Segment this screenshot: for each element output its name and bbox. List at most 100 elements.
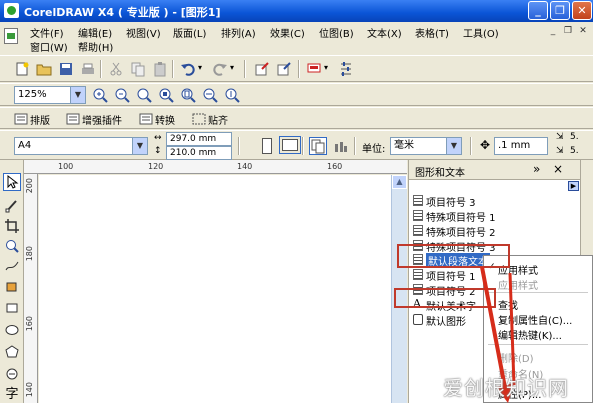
restore-button[interactable]: ❐ xyxy=(550,1,570,20)
zoom-in-icon[interactable] xyxy=(92,87,108,103)
menu-effects[interactable]: 效果(C) xyxy=(270,25,305,40)
menu-file[interactable]: 文件(F) xyxy=(30,25,64,40)
portrait-icon[interactable] xyxy=(262,138,272,154)
snap-icon[interactable] xyxy=(192,111,206,127)
ellipse-tool-icon[interactable] xyxy=(4,322,20,338)
zoom-toolbar: 125% ▼ xyxy=(0,83,593,106)
nudge-distance-field[interactable]: .1 mm xyxy=(494,137,548,155)
smart-fill-tool-icon[interactable] xyxy=(4,278,20,294)
undo-icon[interactable] xyxy=(180,61,196,77)
zoom-width-icon[interactable] xyxy=(202,87,218,103)
zoom-page-icon[interactable] xyxy=(180,87,196,103)
duplicate-y-field[interactable]: 5. xyxy=(570,146,579,156)
pick-tool-icon[interactable] xyxy=(3,173,21,191)
open-folder-icon[interactable] xyxy=(36,61,52,77)
style-label: 默认图形 xyxy=(426,317,466,328)
list-item[interactable]: 特殊项目符号 2 xyxy=(409,223,581,239)
launcher-dropdown-icon[interactable]: ▾ xyxy=(324,63,328,72)
toolbar-separator xyxy=(298,60,300,78)
redo-icon[interactable] xyxy=(212,61,228,77)
zoom-level-combo[interactable]: 125% ▼ xyxy=(14,86,86,104)
import-icon[interactable] xyxy=(254,61,270,77)
vertical-ruler[interactable]: 200 180 160 140 xyxy=(24,174,38,403)
doc-minimize-button[interactable]: _ xyxy=(546,25,560,37)
shape-tool-icon[interactable] xyxy=(4,198,20,214)
paragraph-style-icon xyxy=(413,269,423,280)
page-width-field[interactable]: 297.0 mm xyxy=(166,132,232,146)
typeset-button[interactable]: 排版 xyxy=(30,112,50,127)
toolbar-separator xyxy=(470,137,472,155)
ruler-tick: 160 xyxy=(327,162,343,171)
menu-edit[interactable]: 编辑(E) xyxy=(78,25,112,40)
horizontal-ruler[interactable]: 100 120 140 160 xyxy=(24,160,407,174)
chevron-down-icon[interactable]: ▼ xyxy=(70,87,85,103)
menu-tools[interactable]: 工具(O) xyxy=(463,25,499,40)
menu-layout[interactable]: 版面(L) xyxy=(173,25,206,40)
zoom-selected-icon[interactable] xyxy=(136,87,152,103)
docker-title: 图形和文本 xyxy=(415,168,465,179)
doc-restore-button[interactable]: ❐ xyxy=(561,25,575,37)
current-page-icon[interactable] xyxy=(332,138,348,154)
convert-icon[interactable] xyxy=(139,111,153,127)
zoom-height-icon[interactable] xyxy=(224,87,240,103)
basic-shapes-tool-icon[interactable] xyxy=(4,366,20,382)
freehand-tool-icon[interactable] xyxy=(4,258,20,274)
typeset-icon[interactable] xyxy=(14,111,28,127)
menu-text[interactable]: 文本(X) xyxy=(367,25,402,40)
snap-button[interactable]: 贴齐 xyxy=(208,112,228,127)
polygon-tool-icon[interactable] xyxy=(4,344,20,360)
doc-close-button[interactable]: ✕ xyxy=(576,25,590,37)
rectangle-tool-icon[interactable] xyxy=(4,300,20,316)
chevron-down-icon[interactable]: ▼ xyxy=(132,138,147,154)
minimize-button[interactable]: _ xyxy=(528,1,548,20)
menu-bitmaps[interactable]: 位图(B) xyxy=(319,25,354,40)
cut-icon[interactable] xyxy=(108,61,124,77)
enhance-plugin-button[interactable]: 增强插件 xyxy=(82,112,122,127)
scroll-up-icon[interactable]: ▲ xyxy=(392,175,407,189)
menu-help[interactable]: 帮助(H) xyxy=(78,39,113,54)
copy-icon[interactable] xyxy=(130,61,146,77)
menu-window[interactable]: 窗口(W) xyxy=(30,39,68,54)
list-item[interactable]: 项目符号 3 xyxy=(409,193,581,209)
toolbar-separator xyxy=(354,137,356,155)
menu-view[interactable]: 视图(V) xyxy=(126,25,161,40)
page-size-combo[interactable]: A4 ▼ xyxy=(14,137,148,155)
drawing-canvas[interactable] xyxy=(39,175,391,403)
duplicate-x-field[interactable]: 5. xyxy=(570,132,579,142)
zoom-level-value: 125% xyxy=(18,89,47,100)
landscape-icon[interactable] xyxy=(279,136,301,154)
document-icon[interactable] xyxy=(4,28,18,44)
chevron-down-icon[interactable]: ▼ xyxy=(446,138,461,154)
undo-dropdown-icon[interactable]: ▾ xyxy=(198,63,202,72)
docker-close-icon[interactable]: × xyxy=(553,162,563,176)
menu-table[interactable]: 表格(T) xyxy=(415,25,449,40)
zoom-all-objects-icon[interactable] xyxy=(158,87,174,103)
page-height-field[interactable]: 210.0 mm xyxy=(166,146,232,160)
menu-arrange[interactable]: 排列(A) xyxy=(221,25,256,40)
redo-dropdown-icon[interactable]: ▾ xyxy=(230,63,234,72)
style-label: 项目符号 1 xyxy=(426,272,476,283)
zoom-tool-icon[interactable] xyxy=(4,238,20,254)
zoom-out-icon[interactable] xyxy=(114,87,130,103)
convert-button[interactable]: 转换 xyxy=(155,112,175,127)
toolbar-separator xyxy=(172,60,174,78)
enhance-plugin-icon[interactable] xyxy=(66,111,80,127)
export-icon[interactable] xyxy=(276,61,292,77)
save-icon[interactable] xyxy=(58,61,74,77)
application-launcher-icon[interactable] xyxy=(306,61,322,77)
crop-tool-icon[interactable] xyxy=(4,218,20,234)
new-document-icon[interactable] xyxy=(14,61,30,77)
units-combo[interactable]: 毫米 ▼ xyxy=(390,137,462,155)
options-icon[interactable] xyxy=(338,61,354,77)
all-pages-icon[interactable] xyxy=(309,137,327,155)
text-tool-icon[interactable]: 字 xyxy=(4,388,20,403)
docker-header: 图形和文本 » × xyxy=(409,160,581,180)
list-item[interactable]: 特殊项目符号 1 xyxy=(409,208,581,224)
print-icon[interactable] xyxy=(80,61,96,77)
paste-icon[interactable] xyxy=(152,61,168,77)
docker-expand-icon[interactable]: » xyxy=(533,162,540,176)
close-button[interactable]: ✕ xyxy=(572,1,592,20)
ruler-tick: 140 xyxy=(237,162,253,171)
docker-menu-arrow-icon[interactable]: ▶ xyxy=(568,181,579,191)
coreldraw-app-icon[interactable] xyxy=(4,3,19,18)
